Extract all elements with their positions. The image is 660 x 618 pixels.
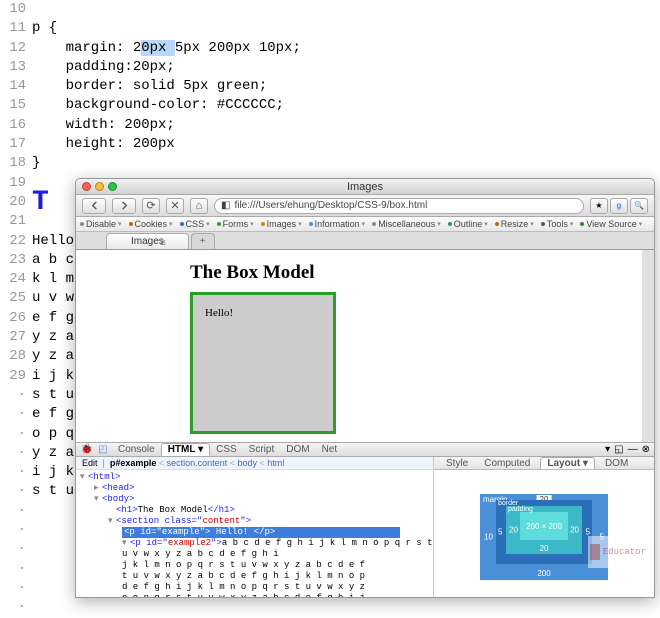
box-model-view[interactable]: margin 20 10 5 200 border 5 5 padding 20 (434, 470, 654, 598)
devbar-item[interactable]: Outline ▾ (448, 219, 488, 229)
devbar-item[interactable]: CSS ▾ (180, 219, 210, 229)
breadcrumb-item[interactable]: html (267, 458, 284, 468)
devbar-item[interactable]: View Source ▾ (580, 219, 642, 229)
breadcrumb-item[interactable]: body (237, 458, 257, 468)
browser-toolbar: ⟳ ✕ ⌂ ◧ file:///Users/ehung/Desktop/CSS-… (76, 195, 654, 217)
watermark: Educator (588, 536, 648, 568)
devtools-breadcrumb[interactable]: Edit | p#example < section.content < bod… (76, 457, 433, 470)
inspect-icon[interactable]: ◰ (96, 444, 110, 455)
google-button[interactable]: g (610, 198, 628, 214)
url-text: file:///Users/ehung/Desktop/CSS-9/box.ht… (234, 200, 427, 211)
box-text: Hello! (205, 307, 233, 319)
devtools-side-panel: Style Computed Layout ▾ DOM margin 20 10 5 … (434, 457, 654, 598)
devbar-item[interactable]: Disable ▾ (80, 219, 122, 229)
breadcrumb-item[interactable]: section.content (167, 458, 228, 468)
watermark-logo-icon (590, 544, 600, 560)
devbar-item[interactable]: Cookies ▾ (129, 219, 173, 229)
side-tab-layout[interactable]: Layout ▾ (540, 457, 595, 469)
devtools-tab-net[interactable]: Net (316, 443, 344, 456)
zoom-icon[interactable] (108, 182, 117, 191)
back-button[interactable] (82, 198, 106, 214)
tab-strip: ≡ Images + (76, 232, 654, 250)
devtools-close-icon[interactable]: ⊗ (642, 444, 650, 455)
close-icon[interactable] (82, 182, 91, 191)
side-tab-dom[interactable]: DOM (599, 457, 634, 469)
scrollbar-thumb[interactable] (643, 252, 653, 282)
forward-button[interactable] (112, 198, 136, 214)
bookmark-button[interactable]: ★ (590, 198, 608, 214)
address-bar[interactable]: ◧ file:///Users/ehung/Desktop/CSS-9/box.… (214, 198, 584, 214)
devtools-side-tabs: Style Computed Layout ▾ DOM (434, 457, 654, 470)
devbar-item[interactable]: Tools ▾ (541, 219, 574, 229)
side-tab-computed[interactable]: Computed (478, 457, 536, 469)
demo-box: Hello! (190, 292, 336, 434)
devtools-tab-script[interactable]: Script (243, 443, 281, 456)
devbar-item[interactable]: Resize ▾ (495, 219, 534, 229)
search-button[interactable]: 🔍 (630, 198, 648, 214)
reload-button[interactable]: ⟳ (142, 198, 160, 214)
browser-window: Images ⟳ ✕ ⌂ ◧ file:///Users/ehung/Deskt… (75, 178, 655, 598)
page-icon: ◧ (221, 200, 230, 211)
firebug-icon[interactable]: 🐞 (80, 444, 94, 455)
side-tab-style[interactable]: Style (440, 457, 474, 469)
devbar-item[interactable]: Miscellaneous ▾ (372, 219, 441, 229)
devtools-html-panel: Edit | p#example < section.content < bod… (76, 457, 434, 598)
devbar-item[interactable]: Information ▾ (309, 219, 366, 229)
home-button[interactable]: ⌂ (190, 198, 208, 214)
webdev-toolbar[interactable]: Disable ▾ Cookies ▾ CSS ▾ Forms ▾ Images ▾ In… (76, 217, 654, 232)
devtools-tab-html[interactable]: HTML ▾ (161, 443, 210, 456)
devtools-minimize-icon[interactable]: — (628, 444, 638, 455)
window-titlebar[interactable]: Images (76, 179, 654, 195)
breadcrumb-item[interactable]: p#example (110, 458, 157, 468)
selected-node[interactable]: <p id="example"> Hello! </p> (122, 527, 400, 538)
devtools-tab-dom[interactable]: DOM (280, 443, 315, 456)
devbar-item[interactable]: Images ▾ (261, 219, 302, 229)
browser-tab[interactable]: Images (106, 233, 189, 249)
devtools-tabstrip: 🐞 ◰ ConsoleHTML ▾CSSScriptDOMNet ▾ ◱ — ⊗ (76, 443, 654, 457)
minimize-icon[interactable] (95, 182, 104, 191)
page-heading: The Box Model (190, 262, 642, 284)
devtools-tab-console[interactable]: Console (112, 443, 161, 456)
edit-button[interactable]: Edit (82, 458, 98, 468)
window-title: Images (76, 181, 654, 193)
devtools-tab-css[interactable]: CSS (210, 443, 243, 456)
tab-list-icon[interactable]: ≡ (160, 238, 166, 249)
devtools-panel: 🐞 ◰ ConsoleHTML ▾CSSScriptDOMNet ▾ ◱ — ⊗… (76, 442, 654, 597)
stop-button[interactable]: ✕ (166, 198, 184, 214)
devtools-options-icon[interactable]: ▾ (605, 444, 610, 455)
dom-tree[interactable]: ▾<html> ▸<head> ▾<body> <h1>The Box Mode… (76, 470, 433, 598)
line-gutter: 1011121314151617181920212223242526272829… (0, 0, 32, 600)
new-tab-button[interactable]: + (191, 233, 215, 249)
devbar-item[interactable]: Forms ▾ (217, 219, 254, 229)
page-viewport: The Box Model Hello! (76, 250, 654, 444)
devtools-detach-icon[interactable]: ◱ (614, 444, 623, 455)
